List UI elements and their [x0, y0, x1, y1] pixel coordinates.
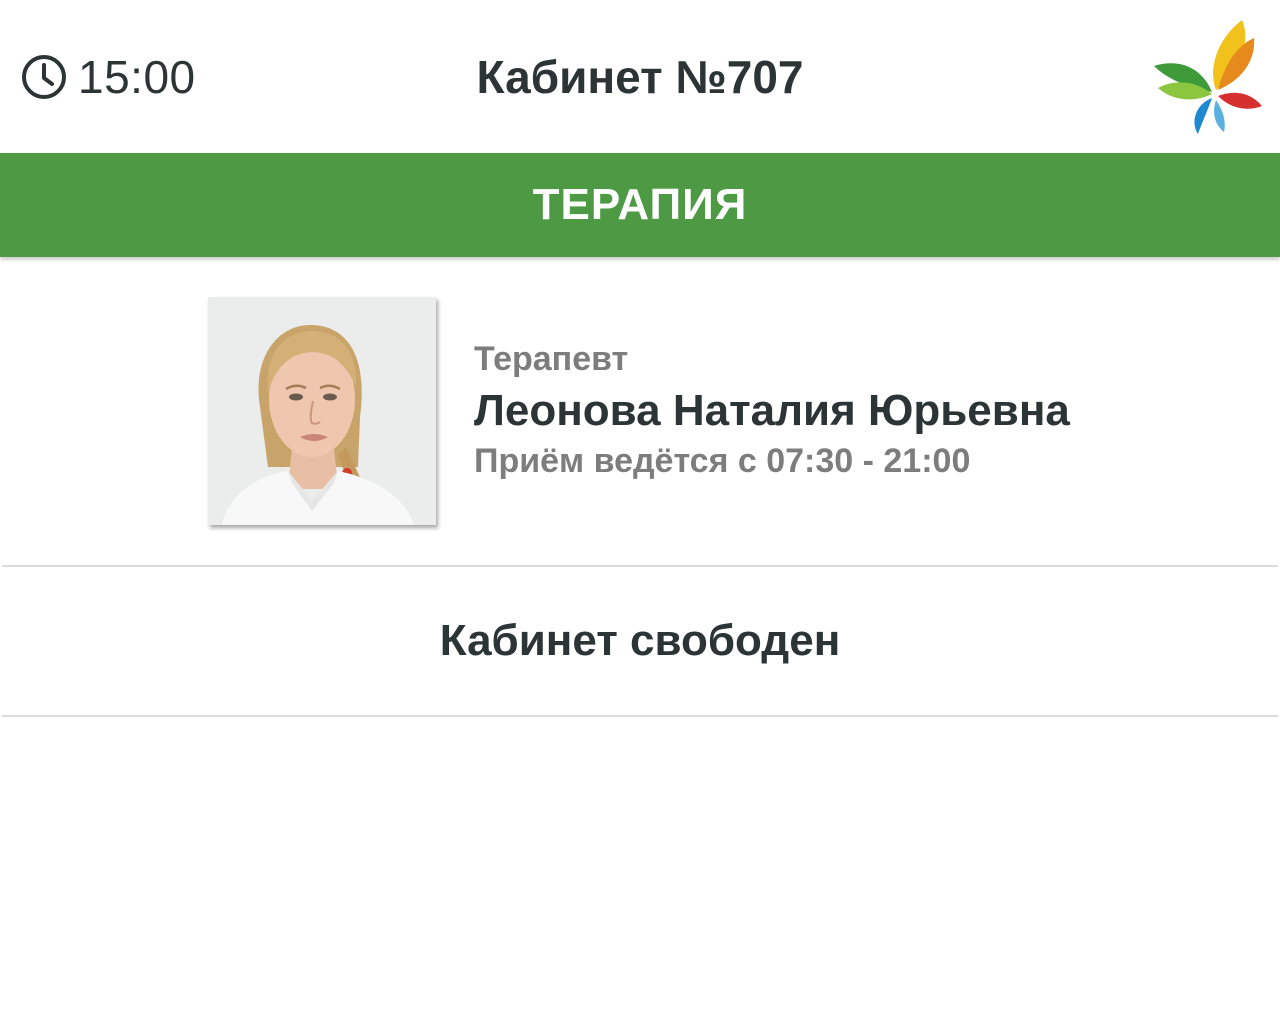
doctor-name: Леонова Наталия Юрьевна — [474, 386, 1070, 435]
room-status-text: Кабинет свободен — [439, 616, 841, 665]
header: 15:00 Кабинет №707 — [0, 0, 1280, 153]
room-title: Кабинет №707 — [476, 51, 804, 103]
doctor-specialty: Терапевт — [474, 340, 629, 378]
doctor-hours: Приём ведётся с 07:30 - 21:00 — [474, 442, 971, 480]
doctor-photo — [208, 297, 436, 525]
doctor-info: Терапевт Леонова Наталия Юрьевна Приём в… — [474, 339, 1070, 481]
butterfly-logo-icon — [1154, 20, 1262, 134]
doctor-card: Терапевт Леонова Наталия Юрьевна Приём в… — [0, 257, 1280, 565]
department-banner: ТЕРАПИЯ — [0, 153, 1280, 257]
department-name: ТЕРАПИЯ — [532, 180, 748, 229]
divider-bottom — [2, 715, 1278, 717]
room-status: Кабинет свободен — [0, 567, 1280, 715]
